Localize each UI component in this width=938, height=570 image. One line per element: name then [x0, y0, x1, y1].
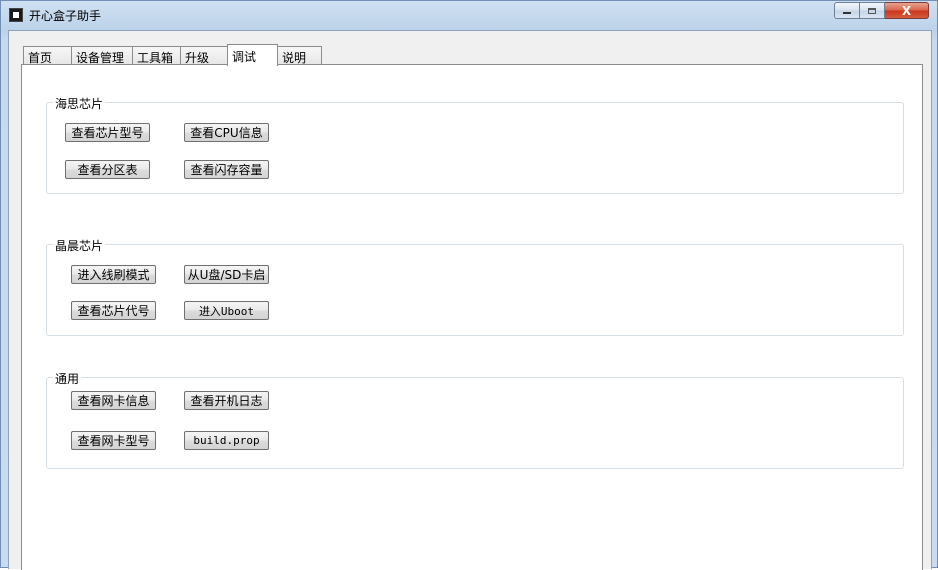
tab-upgrade[interactable]: 升级: [180, 46, 229, 65]
maximize-icon: [868, 7, 876, 14]
close-button[interactable]: X: [885, 2, 929, 19]
enter-flash-mode-button[interactable]: 进入线刷模式: [71, 265, 156, 284]
app-icon: [9, 8, 23, 22]
view-nic-info-button[interactable]: 查看网卡信息: [71, 391, 156, 410]
title-bar[interactable]: 开心盒子助手 X: [1, 1, 937, 29]
tab-help[interactable]: 说明: [277, 46, 322, 65]
view-boot-log-button[interactable]: 查看开机日志: [184, 391, 269, 410]
tab-debug[interactable]: 调试: [227, 44, 278, 66]
window-title: 开心盒子助手: [29, 9, 102, 23]
group-title: 通用: [53, 370, 82, 387]
close-icon: X: [901, 3, 912, 18]
group-title: 海思芯片: [53, 95, 106, 112]
view-partition-table-button[interactable]: 查看分区表: [65, 160, 150, 179]
view-chip-model-button[interactable]: 查看芯片型号: [65, 123, 150, 142]
app-window: 开心盒子助手 X 首页 设备管理 工具箱 升级 调试 说明 海思芯片 查看芯片型…: [0, 0, 938, 570]
tab-home[interactable]: 首页: [23, 46, 72, 65]
group-amlogic: 晶晨芯片 进入线刷模式 从U盘/SD卡启 查看芯片代号 进入Uboot: [46, 237, 904, 336]
group-hisilicon: 海思芯片 查看芯片型号 查看CPU信息 查看分区表 查看闪存容量: [46, 95, 904, 194]
view-nic-model-button[interactable]: 查看网卡型号: [71, 431, 156, 450]
view-flash-capacity-button[interactable]: 查看闪存容量: [184, 160, 269, 179]
group-general: 通用 查看网卡信息 查看开机日志 查看网卡型号 build.prop: [46, 370, 904, 469]
minimize-button[interactable]: [834, 2, 860, 19]
group-title: 晶晨芯片: [53, 237, 106, 254]
maximize-button[interactable]: [860, 2, 885, 19]
client-area: 首页 设备管理 工具箱 升级 调试 说明 海思芯片 查看芯片型号 查看CPU信息…: [8, 30, 932, 570]
debug-panel: 海思芯片 查看芯片型号 查看CPU信息 查看分区表 查看闪存容量 晶晨芯片 进入…: [21, 64, 923, 570]
boot-from-usb-sd-button[interactable]: 从U盘/SD卡启: [184, 265, 269, 284]
window-controls: X: [834, 2, 929, 19]
view-chip-code-button[interactable]: 查看芯片代号: [71, 301, 156, 320]
tab-device-management[interactable]: 设备管理: [71, 46, 133, 65]
enter-uboot-button[interactable]: 进入Uboot: [184, 301, 269, 320]
view-cpu-info-button[interactable]: 查看CPU信息: [184, 123, 269, 142]
minimize-icon: [843, 12, 851, 14]
tab-toolbox[interactable]: 工具箱: [132, 46, 181, 65]
build-prop-button[interactable]: build.prop: [184, 431, 269, 450]
